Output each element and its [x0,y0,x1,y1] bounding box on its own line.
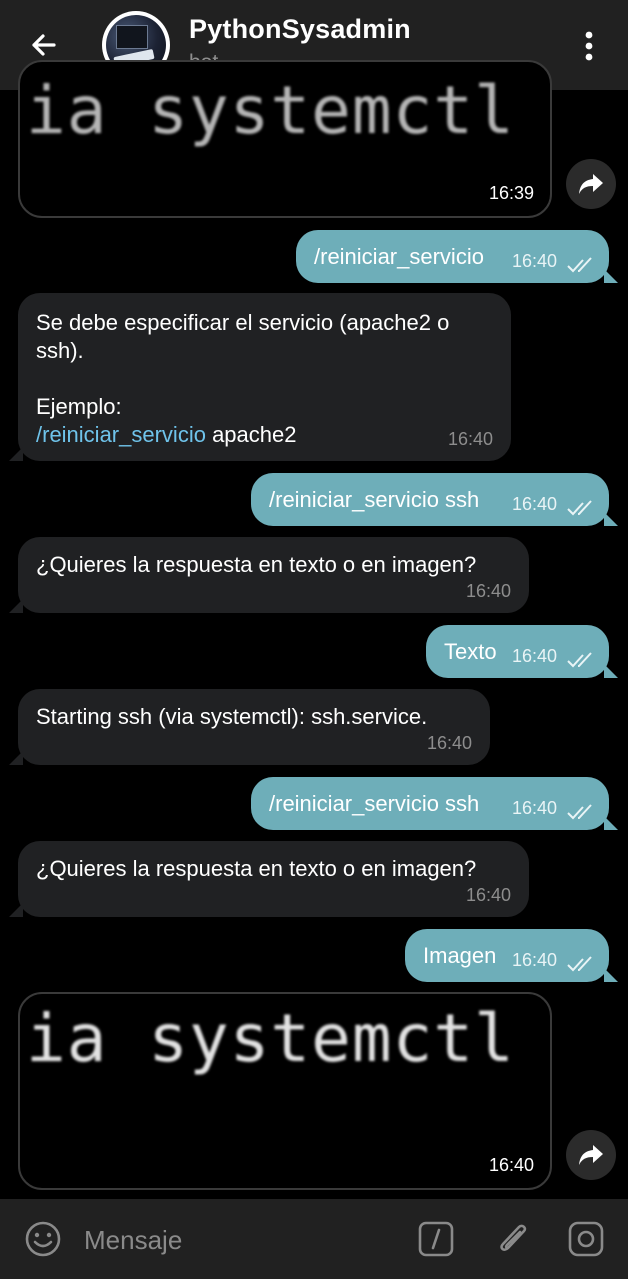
message-time: 16:39 [488,183,534,203]
share-icon [579,1145,603,1165]
double-check-icon [567,804,592,820]
message-time: 16:40 [447,429,493,449]
message-input[interactable]: Mensaje [84,1225,182,1256]
message-time: 16:40 [511,798,557,818]
message-text: Imagen [423,943,497,968]
double-check-icon [567,652,592,668]
chat-title[interactable]: PythonSysadmin [189,14,411,45]
message-time: 16:40 [511,494,557,514]
message-text: ¿Quieres la respuesta en texto o en imag… [36,552,477,577]
message-line: ssh). [36,338,84,363]
message-text: Starting ssh (via systemctl): ssh.servic… [36,704,428,729]
image-message[interactable]: ia systemctl 16:39 [18,60,552,218]
message-time: 16:40 [511,950,557,970]
emoji-icon[interactable] [24,1220,62,1258]
outgoing-message[interactable]: Texto 16:40 [426,625,618,678]
arrow-left-icon[interactable] [24,25,64,65]
message-text: ¿Quieres la respuesta en texto o en imag… [36,856,477,881]
paperclip-icon[interactable] [494,1219,532,1259]
image-message[interactable]: ia systemctl 16:40 [18,992,552,1190]
message-time: 16:40 [488,1155,534,1175]
command-link[interactable]: /reiniciar_servicio [36,422,206,447]
message-text: /reiniciar_servicio [314,244,484,269]
command-argument: apache2 [205,422,297,447]
message-text: Texto [444,639,497,664]
double-check-icon [567,956,592,972]
share-icon [579,174,603,194]
incoming-message[interactable]: Se debe especificar el servicio (apache2… [9,293,511,461]
share-button[interactable] [566,159,616,209]
image-text: ia systemctl [26,1000,515,1077]
outgoing-message[interactable]: /reiniciar_servicio 16:40 [296,230,618,283]
incoming-message[interactable]: Starting ssh (via systemctl): ssh.servic… [9,689,490,765]
message-line: Ejemplo: [36,394,122,419]
slash-command-icon[interactable] [418,1221,454,1257]
incoming-message[interactable]: ¿Quieres la respuesta en texto o en imag… [9,537,529,613]
incoming-message[interactable]: ¿Quieres la respuesta en texto o en imag… [9,841,529,917]
message-time: 16:40 [511,646,557,666]
double-check-icon [567,257,592,273]
outgoing-message[interactable]: Imagen 16:40 [405,929,618,982]
message-line: Se debe especificar el servicio (apache2… [36,310,450,335]
more-vertical-icon[interactable] [574,28,604,64]
share-button[interactable] [566,1130,616,1180]
message-input-bar: Mensaje [0,1199,628,1279]
camera-icon[interactable] [568,1221,604,1257]
outgoing-message[interactable]: /reiniciar_servicio ssh 16:40 [251,473,618,526]
message-time: 16:40 [465,885,511,905]
message-time: 16:40 [465,581,511,601]
outgoing-message[interactable]: /reiniciar_servicio ssh 16:40 [251,777,618,830]
message-text: /reiniciar_servicio ssh [269,487,480,512]
message-time: 16:40 [511,251,557,271]
message-time: 16:40 [426,733,472,753]
double-check-icon [567,500,592,516]
message-text: /reiniciar_servicio ssh [269,791,480,816]
